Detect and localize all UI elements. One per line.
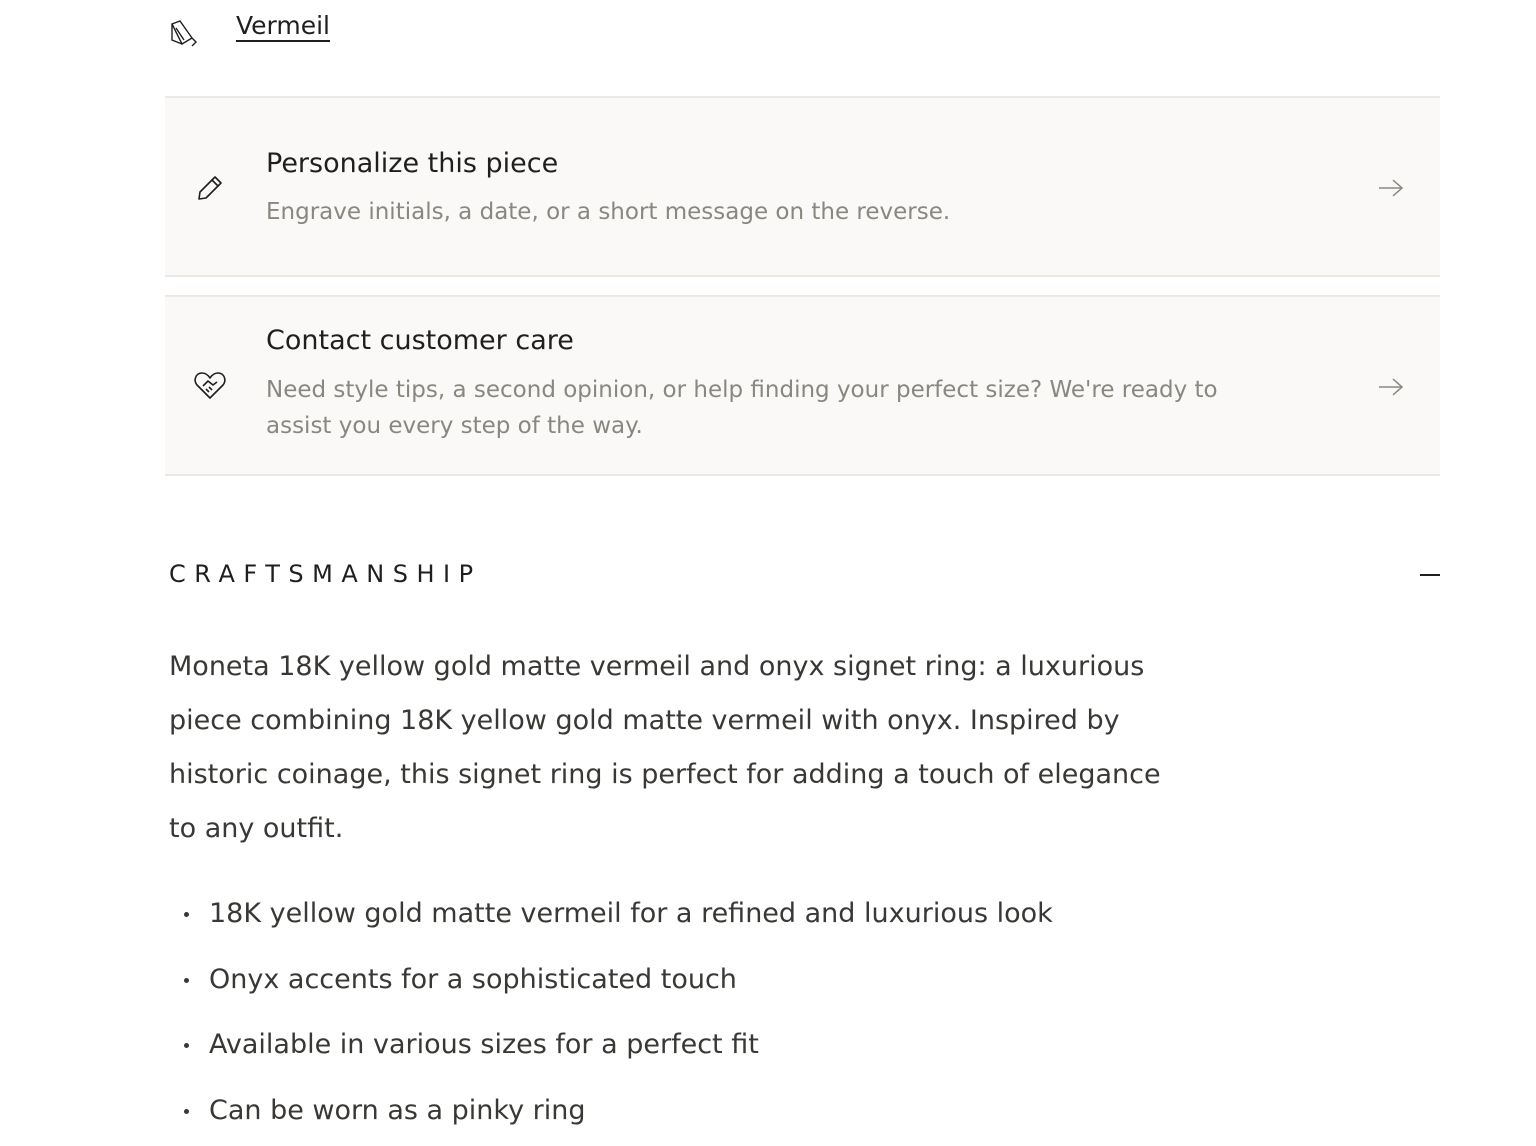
craftsmanship-accordion-header[interactable]: CRAFTSMANSHIP — [169, 556, 1440, 596]
minus-icon[interactable] — [1420, 574, 1440, 576]
personalize-title: Personalize this piece — [266, 148, 559, 179]
product-details-page: Vermeil Personalize this piece Engrave i… — [0, 0, 1536, 1146]
feature-text: 18K yellow gold matte vermeil for a refi… — [209, 898, 1053, 929]
feature-text: Can be worn as a pinky ring — [209, 1094, 586, 1126]
list-item: Can be worn as a pinky ring — [169, 1086, 1269, 1146]
material-row: Vermeil — [168, 4, 331, 50]
craftsmanship-title: CRAFTSMANSHIP — [169, 560, 482, 588]
arrow-right-icon — [1379, 179, 1404, 197]
contact-title: Contact customer care — [266, 325, 574, 356]
craftsmanship-description: Moneta 18K yellow gold matte vermeil and… — [169, 651, 1161, 844]
bullet-icon — [184, 1108, 189, 1114]
personalize-description: Engrave initials, a date, or a short mes… — [266, 199, 951, 225]
list-item: Onyx accents for a sophisticated touch — [169, 955, 1269, 1021]
arrow-right-icon — [1379, 378, 1404, 396]
feature-text: Available in various sizes for a perfect… — [209, 1029, 759, 1060]
list-item: 18K yellow gold matte vermeil for a refi… — [169, 889, 1269, 955]
pencil-icon — [198, 176, 222, 200]
bullet-icon — [184, 1043, 189, 1048]
bullet-icon — [184, 912, 189, 917]
contact-description: Need style tips, a second opinion, or he… — [266, 377, 1218, 439]
list-item: Available in various sizes for a perfect… — [169, 1020, 1269, 1086]
material-link-vermeil[interactable]: Vermeil — [236, 12, 331, 43]
personalize-card[interactable]: Personalize this piece Engrave initials,… — [165, 96, 1440, 277]
contact-care-card[interactable]: Contact customer care Need style tips, a… — [165, 295, 1440, 476]
feature-text: Onyx accents for a sophisticated touch — [209, 963, 737, 995]
bucket-paint-icon — [171, 20, 197, 47]
heart-handshake-icon — [194, 372, 226, 399]
bullet-icon — [184, 977, 189, 983]
feature-list: 18K yellow gold matte vermeil for a refi… — [169, 889, 1269, 1146]
